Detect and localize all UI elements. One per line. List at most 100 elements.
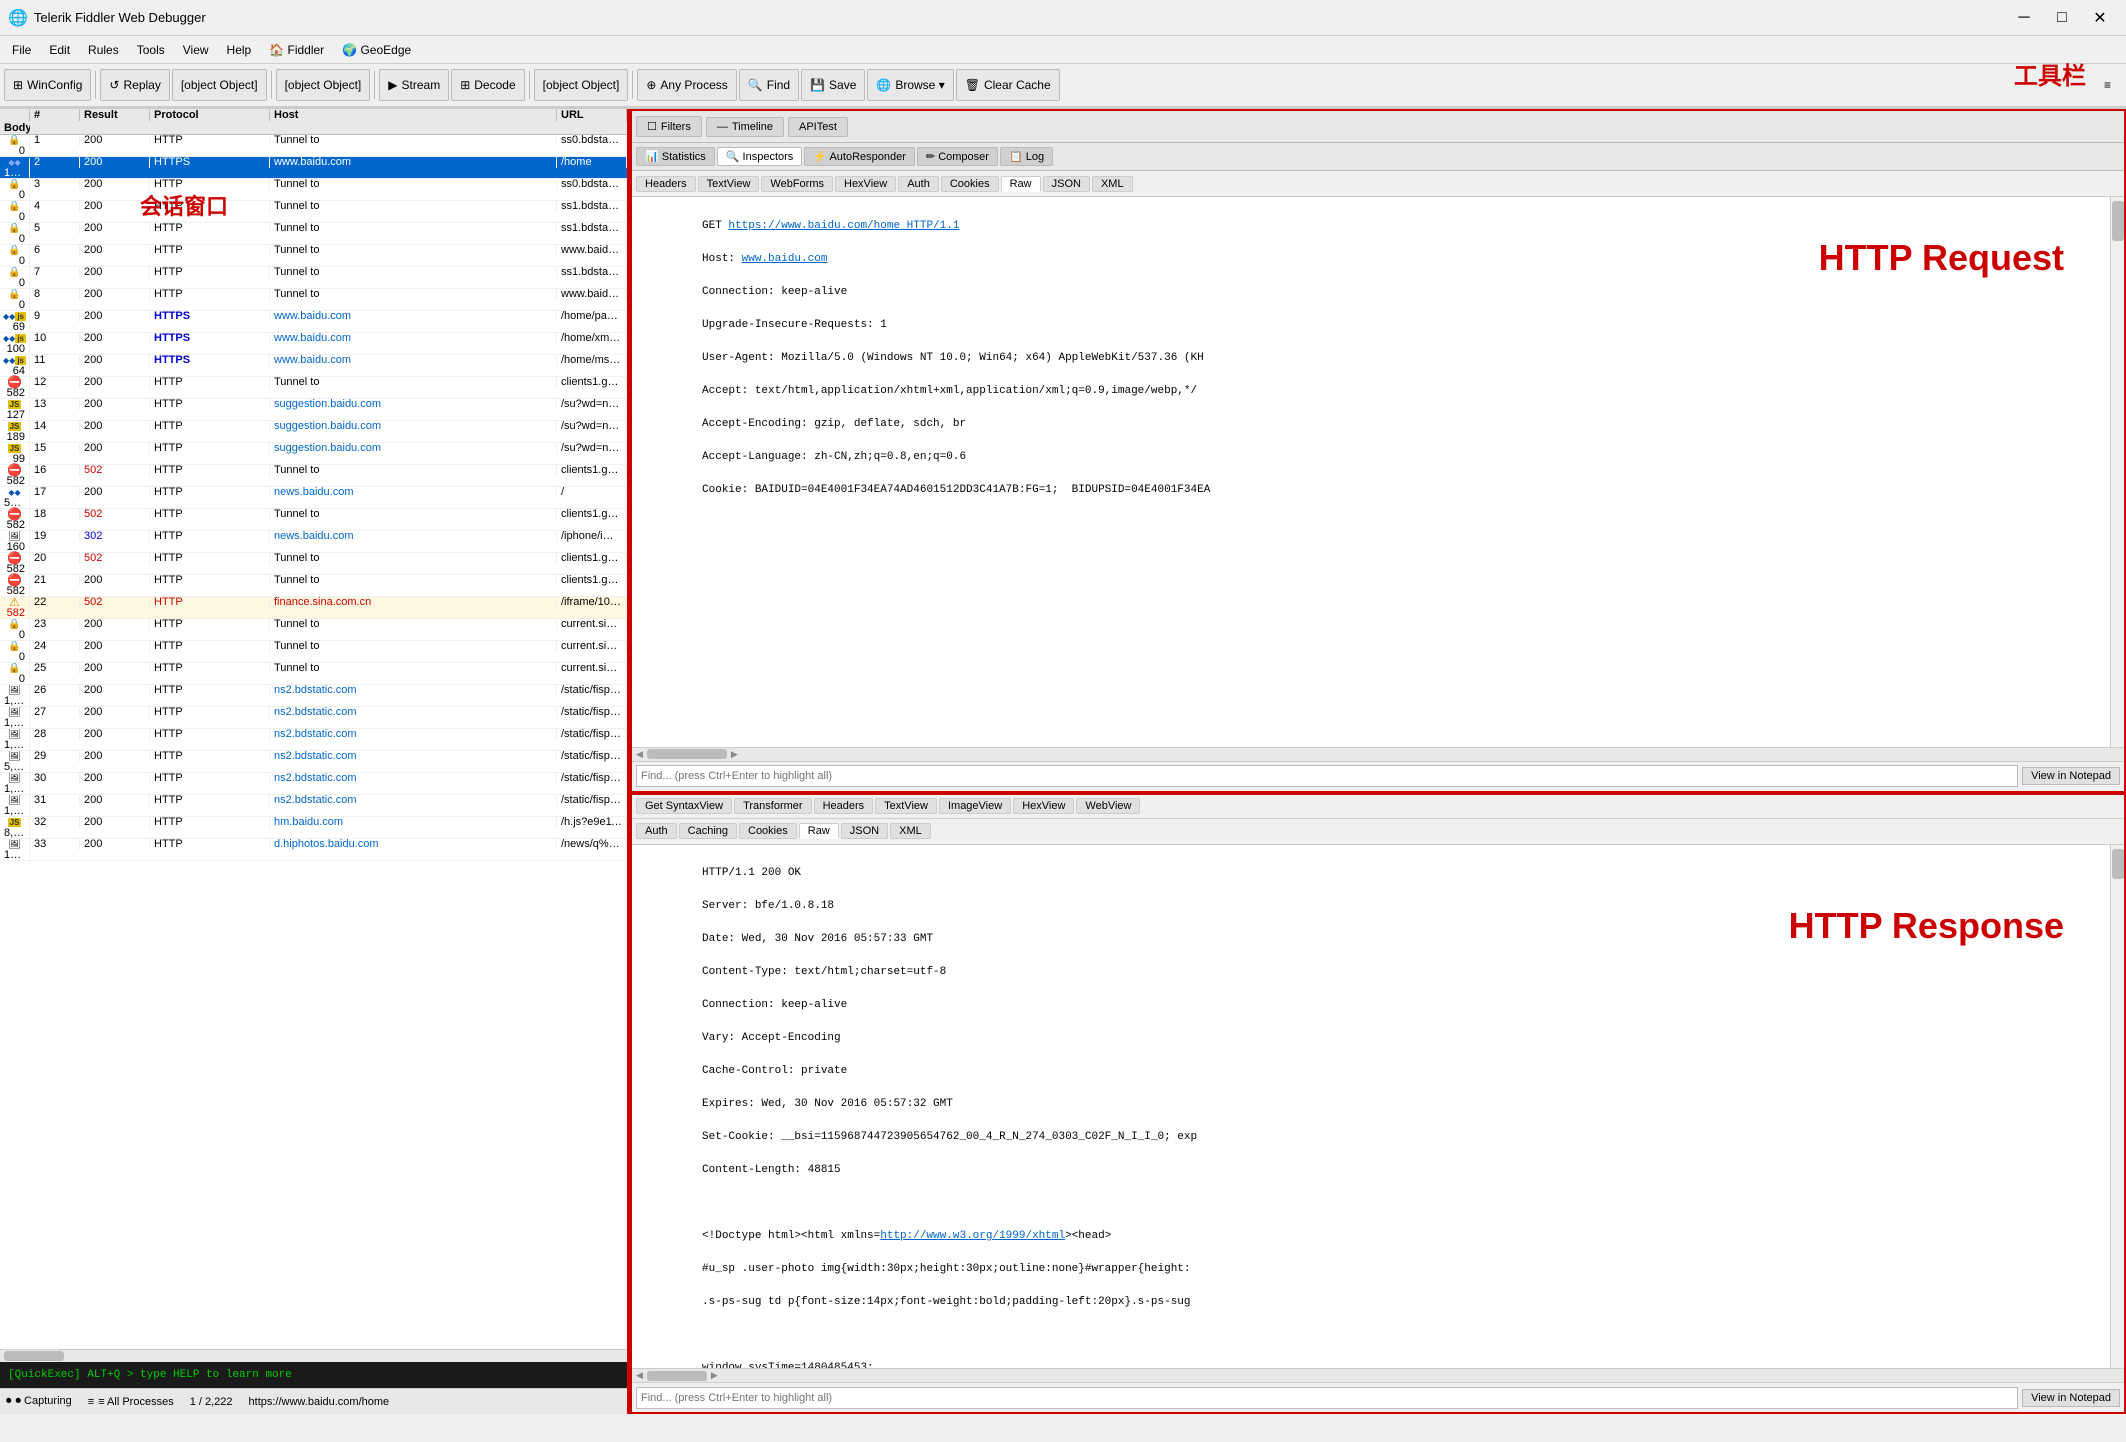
table-row[interactable]: ⛔ 21 200 HTTP Tunnel to clients1.google.… xyxy=(0,575,627,597)
replay-dropdown-button[interactable]: [object Object] xyxy=(172,69,267,101)
winconfig-button[interactable]: ⊞ WinConfig xyxy=(4,69,91,101)
tab-autoresponder[interactable]: ⚡ AutoResponder xyxy=(804,147,915,166)
menu-geoedge[interactable]: 🌍 GeoEdge xyxy=(334,39,419,61)
stream-button[interactable]: ▶ Stream xyxy=(379,69,449,101)
tab-filters[interactable]: ☐ Filters xyxy=(636,116,702,137)
menu-view[interactable]: View xyxy=(175,39,217,61)
table-row[interactable]: ⛔ 20 502 HTTP Tunnel to clients1.google.… xyxy=(0,553,627,575)
req-tab-headers[interactable]: Headers xyxy=(636,176,696,192)
resp-tab-raw[interactable]: Raw xyxy=(799,823,839,839)
menu-tools[interactable]: Tools xyxy=(129,39,173,61)
req-tab-xml[interactable]: XML xyxy=(1092,176,1133,192)
table-row[interactable]: 🔒 6 200 HTTP Tunnel to www.baidu.com:443… xyxy=(0,245,627,267)
request-view-notepad-button[interactable]: View in Notepad xyxy=(2022,767,2120,785)
req-tab-webforms[interactable]: WebForms xyxy=(761,176,833,192)
table-row[interactable]: ◆◆ 2 200 HTTPS www.baidu.com /home 16,62… xyxy=(0,157,627,179)
resp-tab-imageview[interactable]: ImageView xyxy=(939,798,1011,814)
table-row[interactable]: 🔒 3 200 HTTP Tunnel to ss0.bdstatic.com:… xyxy=(0,179,627,201)
table-row[interactable]: JS 13 200 HTTP suggestion.baidu.com /su?… xyxy=(0,399,627,421)
table-row[interactable]: 🔒 1 200 HTTP Tunnel to ss0.bdstatic.com:… xyxy=(0,135,627,157)
tab-timeline[interactable]: — Timeline xyxy=(706,117,784,137)
request-hscrollbar[interactable]: ◀ ▶ xyxy=(632,747,2124,761)
table-row[interactable]: 🖼 26 200 HTTP ns2.bdstatic.com /static/f… xyxy=(0,685,627,707)
response-view-notepad-button[interactable]: View in Notepad xyxy=(2022,1389,2120,1407)
resp-tab-headers[interactable]: Headers xyxy=(814,798,874,814)
tab-composer[interactable]: ✏ Composer xyxy=(917,147,998,166)
table-row[interactable]: 🔒 8 200 HTTP Tunnel to www.baidu.com:443… xyxy=(0,289,627,311)
req-tab-auth[interactable]: Auth xyxy=(898,176,939,192)
table-row[interactable]: 🖼 19 302 HTTP news.baidu.com /iphone/img… xyxy=(0,531,627,553)
replay-button[interactable]: ↺ Replay xyxy=(100,69,169,101)
resp-tab-hexview[interactable]: HexView xyxy=(1013,798,1074,814)
resp-tab-auth[interactable]: Auth xyxy=(636,823,677,839)
resp-tab-syntaxview[interactable]: Get SyntaxView xyxy=(636,798,732,814)
tab-log[interactable]: 📋 Log xyxy=(1000,147,1053,166)
resp-tab-json[interactable]: JSON xyxy=(841,823,888,839)
response-vscrollbar[interactable] xyxy=(2110,845,2124,1369)
horizontal-scrollbar[interactable] xyxy=(0,1349,627,1363)
req-tab-raw[interactable]: Raw xyxy=(1001,176,1041,192)
req-tab-textview[interactable]: TextView xyxy=(698,176,760,192)
response-hscroll-thumb[interactable] xyxy=(647,1371,707,1381)
req-tab-hexview[interactable]: HexView xyxy=(835,176,896,192)
resp-tab-caching[interactable]: Caching xyxy=(679,823,737,839)
header-protocol[interactable]: Protocol xyxy=(150,109,270,121)
tab-statistics[interactable]: 📊 Statistics xyxy=(636,147,715,166)
table-row[interactable]: JS 14 200 HTTP suggestion.baidu.com /su?… xyxy=(0,421,627,443)
table-row[interactable]: ◆◆ 17 200 HTTP news.baidu.com / 57,243 xyxy=(0,487,627,509)
table-row[interactable]: 🖼 30 200 HTTP ns2.bdstatic.com /static/f… xyxy=(0,773,627,795)
table-row[interactable]: 🔒 7 200 HTTP Tunnel to ss1.bdstatic.com:… xyxy=(0,267,627,289)
table-row[interactable]: ⛔ 12 200 HTTP Tunnel to clients1.google.… xyxy=(0,377,627,399)
table-row[interactable]: ⛔ 18 502 HTTP Tunnel to clients1.google.… xyxy=(0,509,627,531)
save-button[interactable]: 💾 Save xyxy=(801,69,865,101)
table-row[interactable]: 🔒 23 200 HTTP Tunnel to current.sina.com… xyxy=(0,619,627,641)
resp-tab-xml[interactable]: XML xyxy=(890,823,931,839)
request-scrollbar-thumb[interactable] xyxy=(2112,201,2124,241)
req-tab-json[interactable]: JSON xyxy=(1043,176,1090,192)
header-url[interactable]: URL xyxy=(557,109,627,121)
tab-apitest[interactable]: APITest xyxy=(788,117,848,137)
request-host-link[interactable]: www.baidu.com xyxy=(742,253,828,265)
table-row[interactable]: 🖼 33 200 HTTP d.hiphotos.baidu.com /news… xyxy=(0,839,627,861)
browse-button[interactable]: 🌐 Browse ▾ xyxy=(867,69,953,101)
go-button[interactable]: [object Object] xyxy=(276,69,371,101)
table-row[interactable]: JS 32 200 HTTP hm.baidu.com /h.js?e9e114… xyxy=(0,817,627,839)
decode-button[interactable]: ⊞ Decode xyxy=(451,69,524,101)
resp-tab-transformer[interactable]: Transformer xyxy=(734,798,812,814)
table-row[interactable]: 🖼 27 200 HTTP ns2.bdstatic.com /static/f… xyxy=(0,707,627,729)
keep-sessions-button[interactable]: [object Object] xyxy=(534,69,629,101)
table-row[interactable]: 🔒 4 200 HTTP Tunnel to ss1.bdstatic.com:… xyxy=(0,201,627,223)
table-row[interactable]: 🖼 31 200 HTTP ns2.bdstatic.com /static/f… xyxy=(0,795,627,817)
table-row[interactable]: 🖼 28 200 HTTP ns2.bdstatic.com /static/f… xyxy=(0,729,627,751)
table-row[interactable]: 🔒 25 200 HTTP Tunnel to current.sina.com… xyxy=(0,663,627,685)
response-hscrollbar[interactable]: ◀ ▶ xyxy=(632,1368,2124,1382)
tab-inspectors[interactable]: 🔍 Inspectors xyxy=(717,147,803,166)
table-row[interactable]: ◆◆js 9 200 HTTPS www.baidu.com /home/pag… xyxy=(0,311,627,333)
header-body[interactable]: Body xyxy=(0,121,30,133)
resp-tab-webview[interactable]: WebView xyxy=(1076,798,1140,814)
table-row[interactable]: JS 15 200 HTTP suggestion.baidu.com /su?… xyxy=(0,443,627,465)
request-vscrollbar[interactable] xyxy=(2110,197,2124,747)
clear-cache-button[interactable]: 🗑 Clear Cache xyxy=(956,69,1060,101)
menu-fiddler[interactable]: 🏠 Fiddler xyxy=(261,39,332,61)
table-row[interactable]: ◆◆js 10 200 HTTPS www.baidu.com /home/xm… xyxy=(0,333,627,355)
request-hscroll-thumb[interactable] xyxy=(647,749,727,759)
menu-edit[interactable]: Edit xyxy=(41,39,78,61)
maximize-button[interactable]: □ xyxy=(2044,4,2080,32)
request-find-input[interactable] xyxy=(636,765,2018,787)
resp-tab-cookies[interactable]: Cookies xyxy=(739,823,797,839)
req-tab-cookies[interactable]: Cookies xyxy=(941,176,999,192)
table-row[interactable]: ⛔ 16 502 HTTP Tunnel to clients1.google.… xyxy=(0,465,627,487)
menu-help[interactable]: Help xyxy=(219,39,260,61)
scrollbar-thumb[interactable] xyxy=(4,1351,64,1361)
table-row[interactable]: 🔒 24 200 HTTP Tunnel to current.sina.com… xyxy=(0,641,627,663)
header-result[interactable]: Result xyxy=(80,109,150,121)
table-row[interactable]: 🔒 5 200 HTTP Tunnel to ss1.bdstatic.com:… xyxy=(0,223,627,245)
request-url-link[interactable]: https://www.baidu.com/home HTTP/1.1 xyxy=(728,220,959,232)
header-host[interactable]: Host xyxy=(270,109,557,121)
table-row[interactable]: 🖼 29 200 HTTP ns2.bdstatic.com /static/f… xyxy=(0,751,627,773)
response-xmlns-link[interactable]: http://www.w3.org/1999/xhtml xyxy=(880,1230,1065,1242)
close-button[interactable]: ✕ xyxy=(2082,4,2118,32)
table-row[interactable]: ◆◆js 11 200 HTTPS www.baidu.com /home/ms… xyxy=(0,355,627,377)
menu-file[interactable]: File xyxy=(4,39,39,61)
